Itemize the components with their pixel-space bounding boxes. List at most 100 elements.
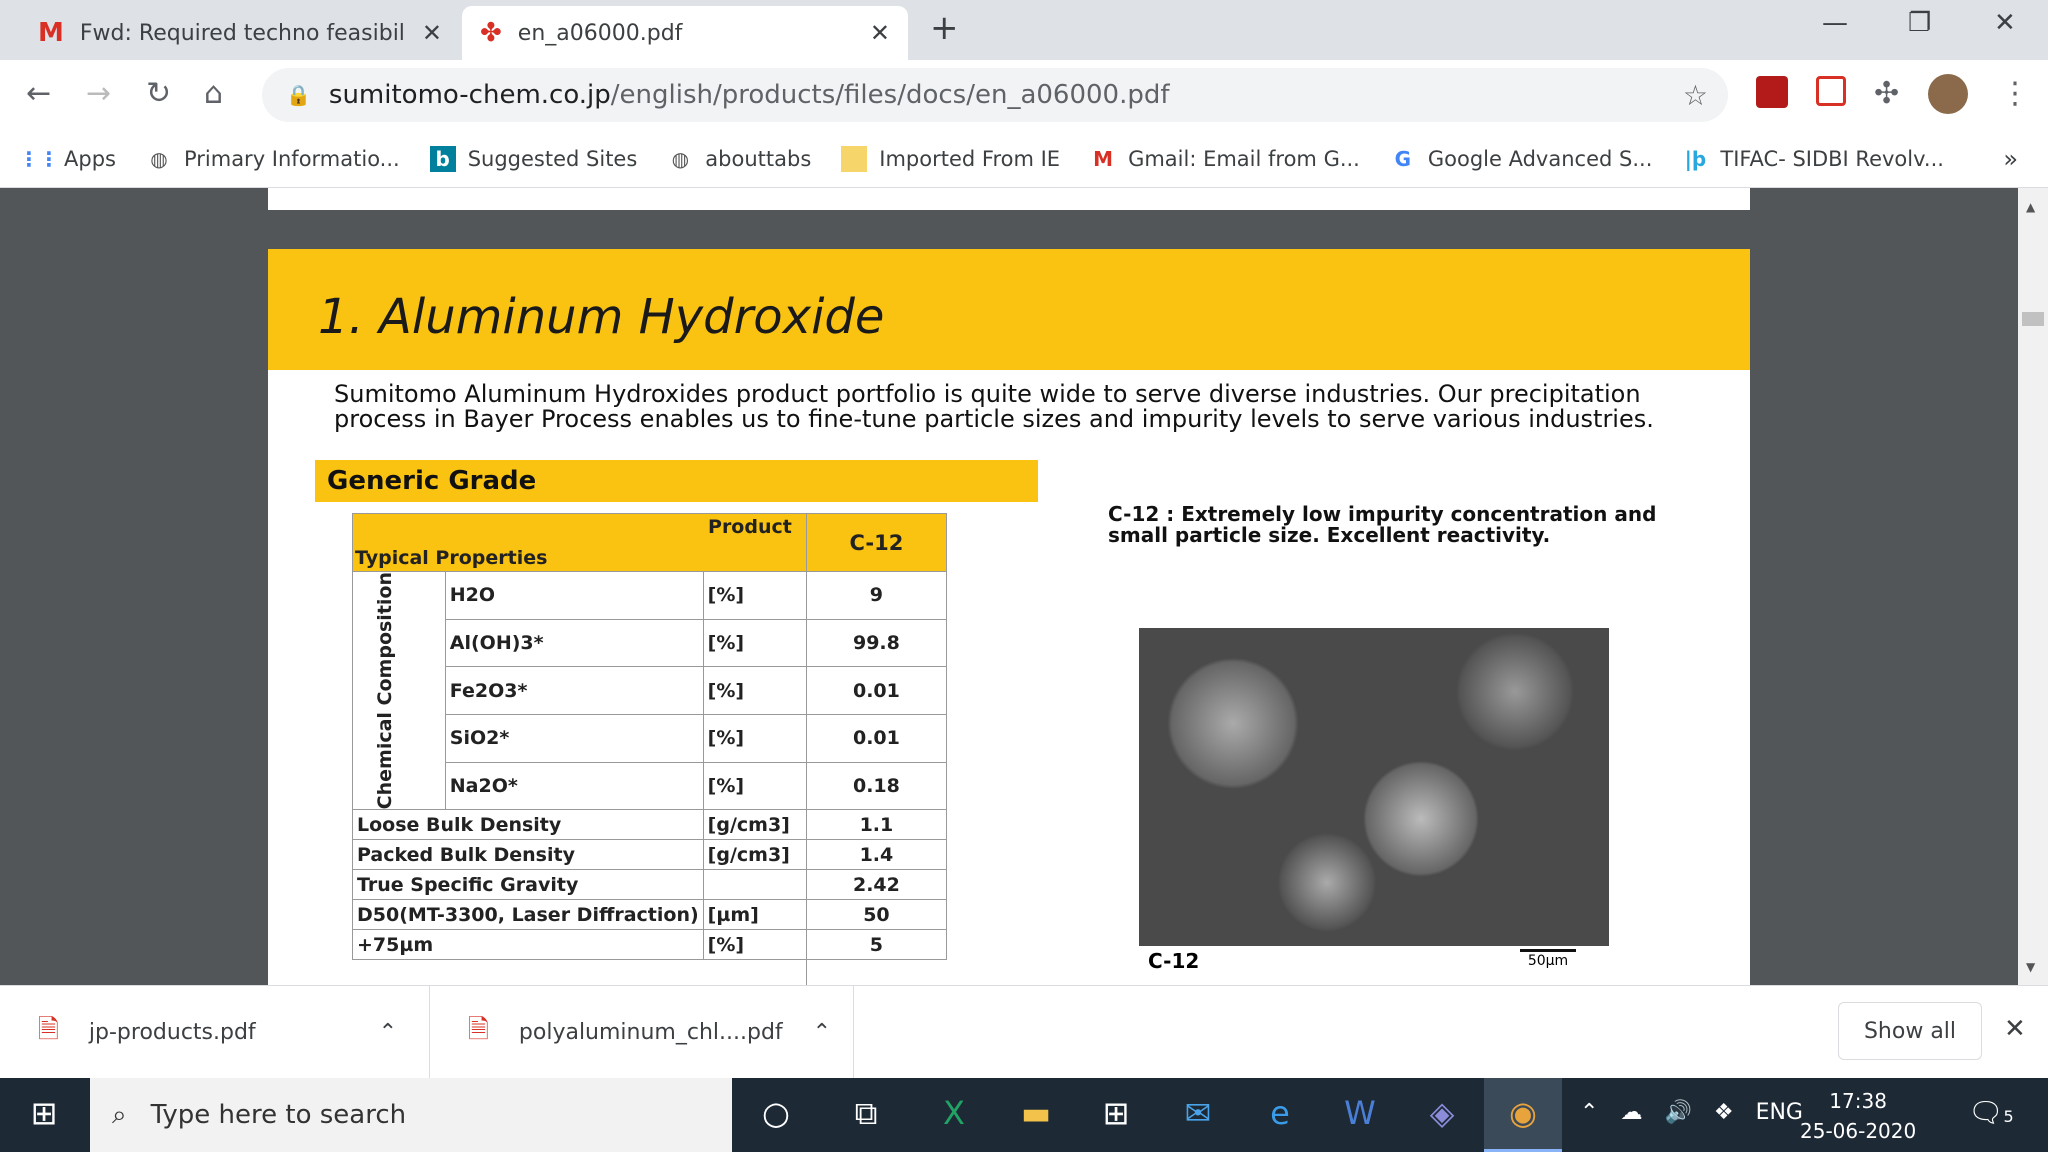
globe-icon: ◍	[671, 146, 690, 171]
forward-icon[interactable]: →	[86, 76, 111, 111]
store-icon[interactable]: ⊞	[1094, 1094, 1138, 1132]
close-tab-icon[interactable]: ✕	[422, 19, 442, 47]
toolbar: ← → ↻ ⌂ 🔒 sumitomo-chem.co.jp/english/pr…	[0, 60, 2048, 130]
pocket-extension-icon[interactable]	[1816, 76, 1846, 106]
search-icon: ⌕	[112, 1099, 127, 1130]
acrobat-extension-icon[interactable]	[1756, 76, 1788, 108]
lock-icon: 🔒	[286, 83, 311, 107]
tifac-icon: |þ	[1684, 146, 1707, 171]
typical-properties-label: Typical Properties	[355, 547, 548, 569]
table-row: True Specific Gravity 2.42	[352, 869, 948, 901]
taskbar-search[interactable]: ⌕ Type here to search	[90, 1078, 732, 1152]
download-name: polyaluminum_chl....pdf	[518, 1020, 783, 1045]
system-tray[interactable]: ⌃ ☁ 🔊 ❖ ENG	[1580, 1100, 1803, 1125]
table-row: Packed Bulk Density [g/cm3] 1.4	[352, 839, 948, 871]
taskbar: ⊞ ⌕ Type here to search ○ ⧉ X ▬ ⊞ ✉ e W ◈…	[0, 1078, 2048, 1152]
language-indicator[interactable]: ENG	[1756, 1100, 1803, 1125]
app-icon[interactable]: ◈	[1420, 1094, 1464, 1132]
bookmark-abouttabs[interactable]: ◍ abouttabs	[667, 146, 812, 172]
property-name: Loose Bulk Density	[352, 809, 704, 841]
mail-icon[interactable]: ✉	[1176, 1094, 1220, 1132]
table-row: Loose Bulk Density [g/cm3] 1.1	[352, 809, 948, 841]
bookmark-suggested[interactable]: b Suggested Sites	[429, 145, 638, 172]
clock[interactable]: 17:38 25-06-2020	[1800, 1086, 1916, 1146]
close-tab-icon[interactable]: ✕	[870, 19, 890, 47]
bookmark-google[interactable]: G Google Advanced S...	[1390, 146, 1653, 172]
word-icon[interactable]: W	[1338, 1094, 1382, 1132]
property-value: 50	[805, 899, 948, 931]
close-window-button[interactable]: ✕	[1994, 8, 2016, 38]
ie-icon[interactable]: e	[1258, 1094, 1302, 1132]
url-path: /english/products/files/docs/en_a06000.p…	[610, 80, 1170, 110]
page-title: 1. Aluminum Hydroxide	[318, 289, 885, 345]
scrollbar-thumb[interactable]	[2022, 312, 2044, 326]
extensions-icon[interactable]: ✣	[1874, 76, 1899, 111]
notifications-icon[interactable]: 🗨5	[1968, 1096, 2014, 1129]
download-item[interactable]: 🗎 polyaluminum_chl....pdf ⌃	[430, 986, 854, 1079]
chevron-up-icon[interactable]: ⌃	[379, 1020, 397, 1045]
bookmark-tifac[interactable]: |þ TIFAC- SIDBI Revolv...	[1682, 146, 1944, 172]
file-explorer-icon[interactable]: ▬	[1014, 1094, 1058, 1132]
download-name: jp-products.pdf	[88, 1020, 256, 1045]
property-unit: [%]	[702, 666, 807, 715]
table-row: D50(MT-3300, Laser Diffraction) [µm] 50	[352, 899, 948, 931]
chrome-taskbar-button[interactable]: ◉	[1484, 1078, 1562, 1152]
download-item[interactable]: 🗎 jp-products.pdf ⌃	[0, 986, 430, 1079]
onedrive-icon[interactable]: ☁	[1620, 1100, 1642, 1125]
chem-group-cell: Chemical Composition	[352, 570, 446, 811]
pdf-viewer[interactable]: 1. Aluminum Hydroxide Sumitomo Aluminum …	[0, 188, 2018, 985]
windows-start-icon[interactable]: ⊞	[22, 1094, 66, 1132]
bookmark-label: abouttabs	[705, 146, 812, 171]
property-unit: [%]	[702, 761, 807, 811]
scrollbar[interactable]: ▲ ▼	[2018, 188, 2048, 985]
new-tab-button[interactable]: +	[930, 8, 959, 48]
volume-icon[interactable]: 🔊	[1664, 1100, 1691, 1125]
property-unit: [g/cm3]	[702, 839, 807, 871]
bookmark-label: Suggested Sites	[467, 146, 638, 171]
bookmark-imported[interactable]: Imported From IE	[841, 145, 1060, 172]
restore-button[interactable]: ❐	[1908, 8, 1931, 38]
tab-title: en_a06000.pdf	[517, 20, 683, 46]
property-value: 0.18	[805, 761, 948, 811]
bookmark-gmail[interactable]: M Gmail: Email from G...	[1090, 146, 1360, 172]
folder-icon	[841, 145, 868, 172]
reload-icon[interactable]: ↻	[146, 76, 171, 111]
excel-icon[interactable]: X	[932, 1094, 976, 1132]
home-icon[interactable]: ⌂	[204, 76, 223, 111]
more-bookmarks-button[interactable]: »	[2003, 145, 2018, 173]
date: 25-06-2020	[1800, 1119, 1917, 1143]
bookmark-primary[interactable]: ◍ Primary Informatio...	[146, 146, 400, 172]
download-bar: 🗎 jp-products.pdf ⌃ 🗎 polyaluminum_chl....p…	[0, 985, 2048, 1079]
bookmark-label: TIFAC- SIDBI Revolv...	[1720, 146, 1944, 171]
property-name: +75µm	[352, 929, 704, 961]
property-value: 9	[805, 571, 948, 620]
address-bar[interactable]: 🔒 sumitomo-chem.co.jp/english/products/f…	[262, 68, 1728, 122]
grade-description: C-12 : Extremely low impurity concentrat…	[1108, 502, 1657, 547]
bookmark-label: Primary Informatio...	[183, 146, 400, 171]
minimize-button[interactable]: —	[1822, 8, 1848, 38]
tab-gmail[interactable]: M Fwd: Required techno feasibility ✕	[20, 6, 460, 60]
dropbox-icon[interactable]: ❖	[1714, 1100, 1734, 1125]
avatar[interactable]	[1928, 74, 1968, 114]
bookmark-apps[interactable]: ⋮⋮ Apps	[19, 146, 116, 172]
star-icon[interactable]: ☆	[1683, 79, 1708, 112]
chevron-up-icon[interactable]: ⌃	[1580, 1100, 1598, 1125]
close-download-bar-icon[interactable]: ✕	[2004, 1014, 2026, 1044]
property-unit	[702, 869, 807, 901]
gmail-icon: M	[1093, 146, 1114, 171]
tab-pdf[interactable]: ✤ en_a06000.pdf ✕	[462, 6, 908, 60]
table-row: Chemical Composition H2O [%] 9	[352, 570, 948, 811]
chevron-up-icon[interactable]: ⌃	[813, 1020, 831, 1045]
menu-icon[interactable]: ⋮	[2000, 76, 2030, 111]
bookmarks-bar: ⋮⋮ Apps ◍ Primary Informatio... b Suggested…	[0, 130, 2048, 188]
globe-icon: ◍	[150, 146, 168, 171]
property-unit: [µm]	[702, 899, 807, 931]
show-all-button[interactable]: Show all	[1838, 1002, 1982, 1060]
task-view-icon[interactable]: ⧉	[844, 1094, 888, 1133]
back-icon[interactable]: ←	[26, 76, 51, 111]
property-name: Packed Bulk Density	[352, 839, 704, 871]
bookmark-label: Gmail: Email from G...	[1128, 146, 1360, 171]
cortana-icon[interactable]: ○	[754, 1094, 798, 1132]
apps-icon: ⋮⋮	[19, 146, 59, 171]
property-name: SiO2*	[444, 713, 704, 763]
